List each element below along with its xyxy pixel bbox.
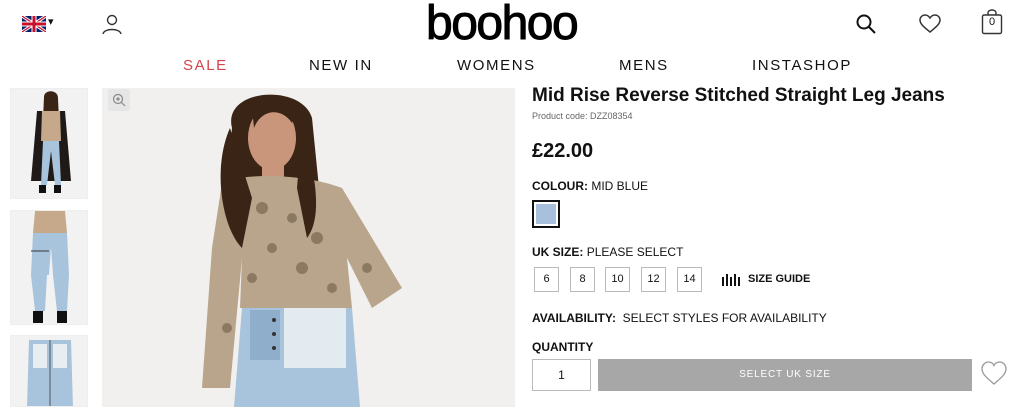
quantity-input[interactable]: 1 xyxy=(532,359,591,391)
size-option-6[interactable]: 6 xyxy=(534,267,559,292)
search-icon[interactable] xyxy=(854,12,878,36)
size-guide-link[interactable]: SIZE GUIDE xyxy=(748,273,810,285)
product-thumbnail-2[interactable] xyxy=(10,210,88,325)
brand-logo[interactable]: boohoo xyxy=(425,0,579,48)
heart-icon[interactable] xyxy=(918,12,942,36)
main-nav: SALE NEW IN WOMENS MENS INSTASHOP xyxy=(0,57,1024,79)
ruler-icon[interactable] xyxy=(721,272,741,286)
add-to-bag-button[interactable]: SELECT UK SIZE xyxy=(598,359,972,391)
product-title: Mid Rise Reverse Stitched Straight Leg J… xyxy=(532,85,945,106)
size-value: PLEASE SELECT xyxy=(586,245,684,259)
swatch-fill xyxy=(536,204,556,224)
size-label-row: UK SIZE: PLEASE SELECT xyxy=(532,245,683,259)
zoom-icon[interactable] xyxy=(108,89,130,111)
quantity-label: QUANTITY xyxy=(532,340,594,354)
size-option-8[interactable]: 8 xyxy=(570,267,595,292)
product-main-image[interactable] xyxy=(102,88,515,407)
nav-item-sale[interactable]: SALE xyxy=(183,57,228,74)
nav-item-mens[interactable]: MENS xyxy=(619,57,669,74)
colour-label-row: COLOUR: MID BLUE xyxy=(532,179,648,193)
colour-swatch-mid-blue[interactable] xyxy=(532,200,560,228)
account-icon[interactable] xyxy=(100,12,124,36)
product-thumbnail-3[interactable] xyxy=(10,335,88,407)
availability-label: AVAILABILITY: xyxy=(532,311,616,325)
product-price: £22.00 xyxy=(532,140,594,162)
colour-label: COLOUR: xyxy=(532,179,588,193)
site-header: ▾ boohoo 0 xyxy=(0,0,1024,50)
size-option-14[interactable]: 14 xyxy=(677,267,702,292)
availability-row: AVAILABILITY: SELECT STYLES FOR AVAILABI… xyxy=(532,311,827,325)
nav-item-new-in[interactable]: NEW IN xyxy=(309,57,373,74)
availability-value: SELECT STYLES FOR AVAILABILITY xyxy=(622,311,827,325)
bag-count-badge: 0 xyxy=(988,16,996,28)
product-thumbnail-1[interactable] xyxy=(10,88,88,199)
uk-flag-icon[interactable] xyxy=(22,16,46,32)
nav-item-instashop[interactable]: INSTASHOP xyxy=(752,57,852,74)
nav-item-womens[interactable]: WOMENS xyxy=(457,57,536,74)
wishlist-heart-icon[interactable] xyxy=(980,360,1008,386)
colour-value: MID BLUE xyxy=(591,179,649,193)
chevron-down-icon[interactable]: ▾ xyxy=(48,15,54,28)
size-option-10[interactable]: 10 xyxy=(605,267,630,292)
size-label: UK SIZE: xyxy=(532,245,584,259)
product-code: Product code: DZZ08354 xyxy=(532,111,633,121)
size-option-12[interactable]: 12 xyxy=(641,267,666,292)
